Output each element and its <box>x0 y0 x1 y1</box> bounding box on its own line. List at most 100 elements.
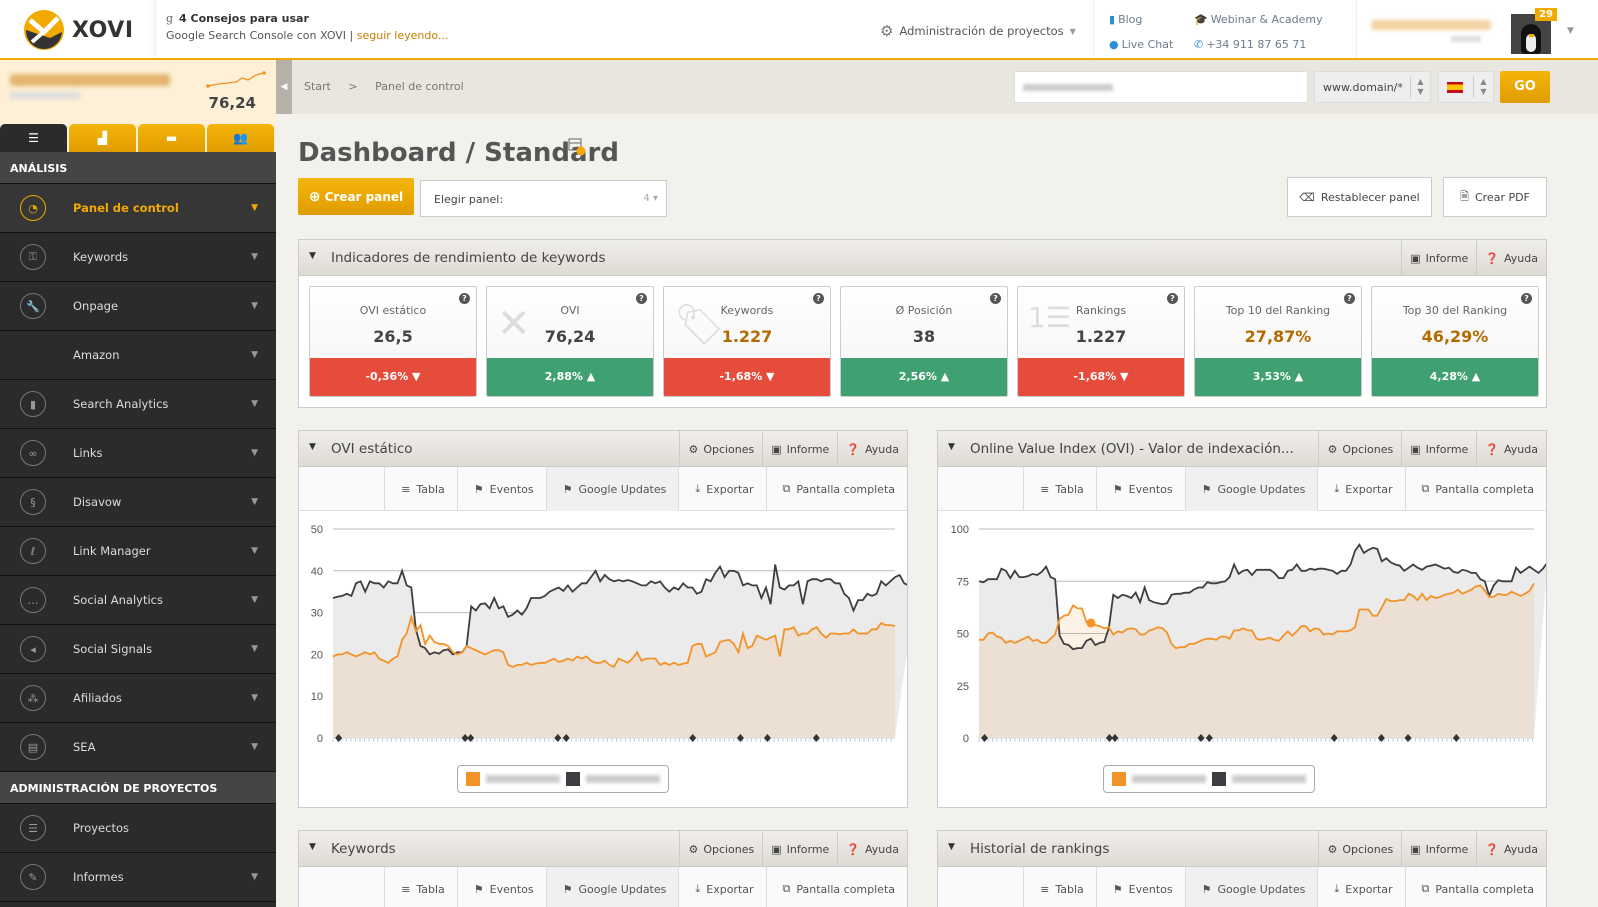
tabla-button[interactable]: ≡ Tabla <box>1023 467 1096 511</box>
legend-item[interactable] <box>566 772 660 786</box>
google-updates-button[interactable]: ⚑ Google Updates <box>1184 467 1318 511</box>
help-icon[interactable]: ? <box>813 293 824 304</box>
google-updates-button[interactable]: ⚑ Google Updates <box>545 867 679 907</box>
help-icon[interactable]: ? <box>636 293 647 304</box>
news-read-more-link[interactable]: seguir leyendo... <box>357 29 449 42</box>
tabla-button[interactable]: ≡ Tabla <box>1023 867 1096 907</box>
fullscreen-icon: ⧉ <box>1421 882 1430 895</box>
exportar-button[interactable]: ⤓ Exportar <box>1317 467 1404 511</box>
project-domain-blurred <box>10 74 170 86</box>
sidebar-item-social-signals[interactable]: ◂ Social Signals ▼ <box>0 625 276 674</box>
pantalla-completa-button[interactable]: ⧉ Pantalla completa <box>1404 867 1546 907</box>
opciones-button[interactable]: ⚙ Opciones <box>1318 431 1401 467</box>
domain-input[interactable] <box>1014 71 1308 103</box>
collapse-triangle-icon[interactable]: ▼ <box>309 251 316 261</box>
kpi-value: 46,29% <box>1421 327 1489 346</box>
user-menu[interactable]: 29 ▼ <box>1356 0 1598 58</box>
eventos-button[interactable]: ⚑ Eventos <box>1095 467 1185 511</box>
go-button[interactable]: GO <box>1500 71 1550 103</box>
sidebar-item-sea[interactable]: ▤ SEA ▼ <box>0 723 276 772</box>
sidebar-item-panel-de-control[interactable]: ◔ Panel de control ▼ <box>0 184 276 233</box>
project-admin-menu[interactable]: ⚙ Administración de proyectos ▼ <box>880 22 1076 40</box>
sidebar-item-social-analytics[interactable]: … Social Analytics ▼ <box>0 576 276 625</box>
ayuda-button[interactable]: ❓ Ayuda <box>837 431 907 467</box>
blog-link[interactable]: ▮ Blog <box>1109 13 1194 34</box>
sidebar-item-informes[interactable]: ✎ Informes ▼ <box>0 853 276 902</box>
pantalla-completa-label: Pantalla completa <box>1435 882 1534 896</box>
collapse-triangle-icon[interactable]: ▼ <box>309 842 316 852</box>
ayuda-button[interactable]: ❓ Ayuda <box>837 831 907 867</box>
chart-svg: 0102030405029.09.201325.05.201404.01.201… <box>311 524 907 742</box>
project-summary[interactable]: 76,24 <box>0 60 276 124</box>
sidebar-item-onpage[interactable]: 🔧 Onpage ▼ <box>0 282 276 331</box>
legend-item[interactable] <box>1112 772 1206 786</box>
video-help-icon[interactable] <box>568 138 586 156</box>
live-chat-link[interactable]: ● Live Chat <box>1109 38 1194 59</box>
sidebar-item-search-analytics[interactable]: ▮ Search Analytics ▼ <box>0 380 276 429</box>
informe-button[interactable]: ▣ Informe <box>762 831 837 867</box>
sidebar-item-afiliados[interactable]: ⁂ Afiliados ▼ <box>0 674 276 723</box>
tab-users[interactable]: 👥 <box>207 124 274 152</box>
ayuda-button[interactable]: ❓ Ayuda <box>1476 831 1546 867</box>
ayuda-button[interactable]: ❓ Ayuda <box>1476 431 1546 467</box>
opciones-button[interactable]: ⚙ Opciones <box>1318 831 1401 867</box>
choose-panel-select[interactable]: Elegir panel: 4 ▾ <box>420 180 667 217</box>
pantalla-completa-button[interactable]: ⧉ Pantalla completa <box>765 867 907 907</box>
exportar-button[interactable]: ⤓ Exportar <box>678 867 765 907</box>
google-updates-button[interactable]: ⚑ Google Updates <box>545 467 679 511</box>
exportar-button[interactable]: ⤓ Exportar <box>678 467 765 511</box>
tabla-button[interactable]: ≡ Tabla <box>384 467 457 511</box>
pantalla-completa-button[interactable]: ⧉ Pantalla completa <box>1404 467 1546 511</box>
gear-icon: ⚙ <box>880 22 894 40</box>
legend-item[interactable] <box>1212 772 1306 786</box>
sidebar-item-amazon[interactable]: Amazon ▼ <box>0 331 276 380</box>
tab-projects[interactable]: ▬ <box>138 124 205 152</box>
reset-panel-button[interactable]: ⌫ Restablecer panel <box>1287 177 1432 217</box>
sidebar-item-proyectos[interactable]: ☰ Proyectos <box>0 804 276 853</box>
create-pdf-button[interactable]: 🗎 Crear PDF <box>1443 177 1547 217</box>
sidebar-item-links[interactable]: ∞ Links ▼ <box>0 429 276 478</box>
chevron-down-icon[interactable]: ▼ <box>1567 26 1574 36</box>
help-icon[interactable]: ? <box>1167 293 1178 304</box>
scope-select[interactable]: www.domain/* ▲ ▼ <box>1314 71 1431 103</box>
help-icon[interactable]: ? <box>990 293 1001 304</box>
create-panel-button[interactable]: ⊕ Crear panel <box>298 178 414 215</box>
phone-link[interactable]: ✆ +34 911 87 65 71 <box>1194 38 1334 59</box>
exportar-button[interactable]: ⤓ Exportar <box>1317 867 1404 907</box>
informe-button[interactable]: ▣ Informe <box>1401 831 1476 867</box>
breadcrumb-start[interactable]: Start <box>304 80 331 93</box>
sidebar-item-disavow[interactable]: § Disavow ▼ <box>0 478 276 527</box>
y-tick-label: 75 <box>957 576 969 588</box>
tab-menu[interactable]: ☰ <box>0 124 67 152</box>
opciones-button[interactable]: ⚙ Opciones <box>679 831 762 867</box>
notification-badge[interactable]: 29 <box>1535 8 1557 21</box>
eventos-button[interactable]: ⚑ Eventos <box>456 867 546 907</box>
eventos-button[interactable]: ⚑ Eventos <box>456 467 546 511</box>
help-button[interactable]: ❓ Ayuda <box>1476 240 1546 276</box>
google-updates-button[interactable]: ⚑ Google Updates <box>1184 867 1318 907</box>
sidebar-item-link-manager[interactable]: ℓ Link Manager ▼ <box>0 527 276 576</box>
eventos-button[interactable]: ⚑ Eventos <box>1095 867 1185 907</box>
legend-item[interactable] <box>466 772 560 786</box>
collapse-triangle-icon[interactable]: ▼ <box>309 442 316 452</box>
chevron-down-icon: ▼ <box>251 497 258 507</box>
informe-button[interactable]: ▣ Informe <box>1401 431 1476 467</box>
collapse-triangle-icon[interactable]: ▼ <box>948 442 955 452</box>
help-icon[interactable]: ? <box>1344 293 1355 304</box>
chevron-down-icon: ▼ <box>251 546 258 556</box>
opciones-button[interactable]: ⚙ Opciones <box>679 431 762 467</box>
collapse-triangle-icon[interactable]: ▼ <box>948 842 955 852</box>
legend-label-blurred <box>1132 775 1206 783</box>
tabla-button[interactable]: ≡ Tabla <box>384 867 457 907</box>
help-icon[interactable]: ? <box>459 293 470 304</box>
country-select[interactable]: ▲ ▼ <box>1438 71 1494 103</box>
tab-charts[interactable]: ▟ <box>69 124 136 152</box>
informe-button[interactable]: ▣ Informe <box>762 431 837 467</box>
sidebar-item-keywords[interactable]: ⚿ Keywords ▼ <box>0 233 276 282</box>
help-icon[interactable]: ? <box>1521 293 1532 304</box>
pantalla-completa-button[interactable]: ⧉ Pantalla completa <box>765 467 907 511</box>
sidebar-collapse-button[interactable]: ◀ <box>276 60 292 114</box>
webinar-academy-link[interactable]: 🎓 Webinar & Academy <box>1194 13 1334 34</box>
xovi-logo[interactable]: XOVI <box>22 8 142 52</box>
report-button[interactable]: ▣ Informe <box>1401 240 1476 276</box>
